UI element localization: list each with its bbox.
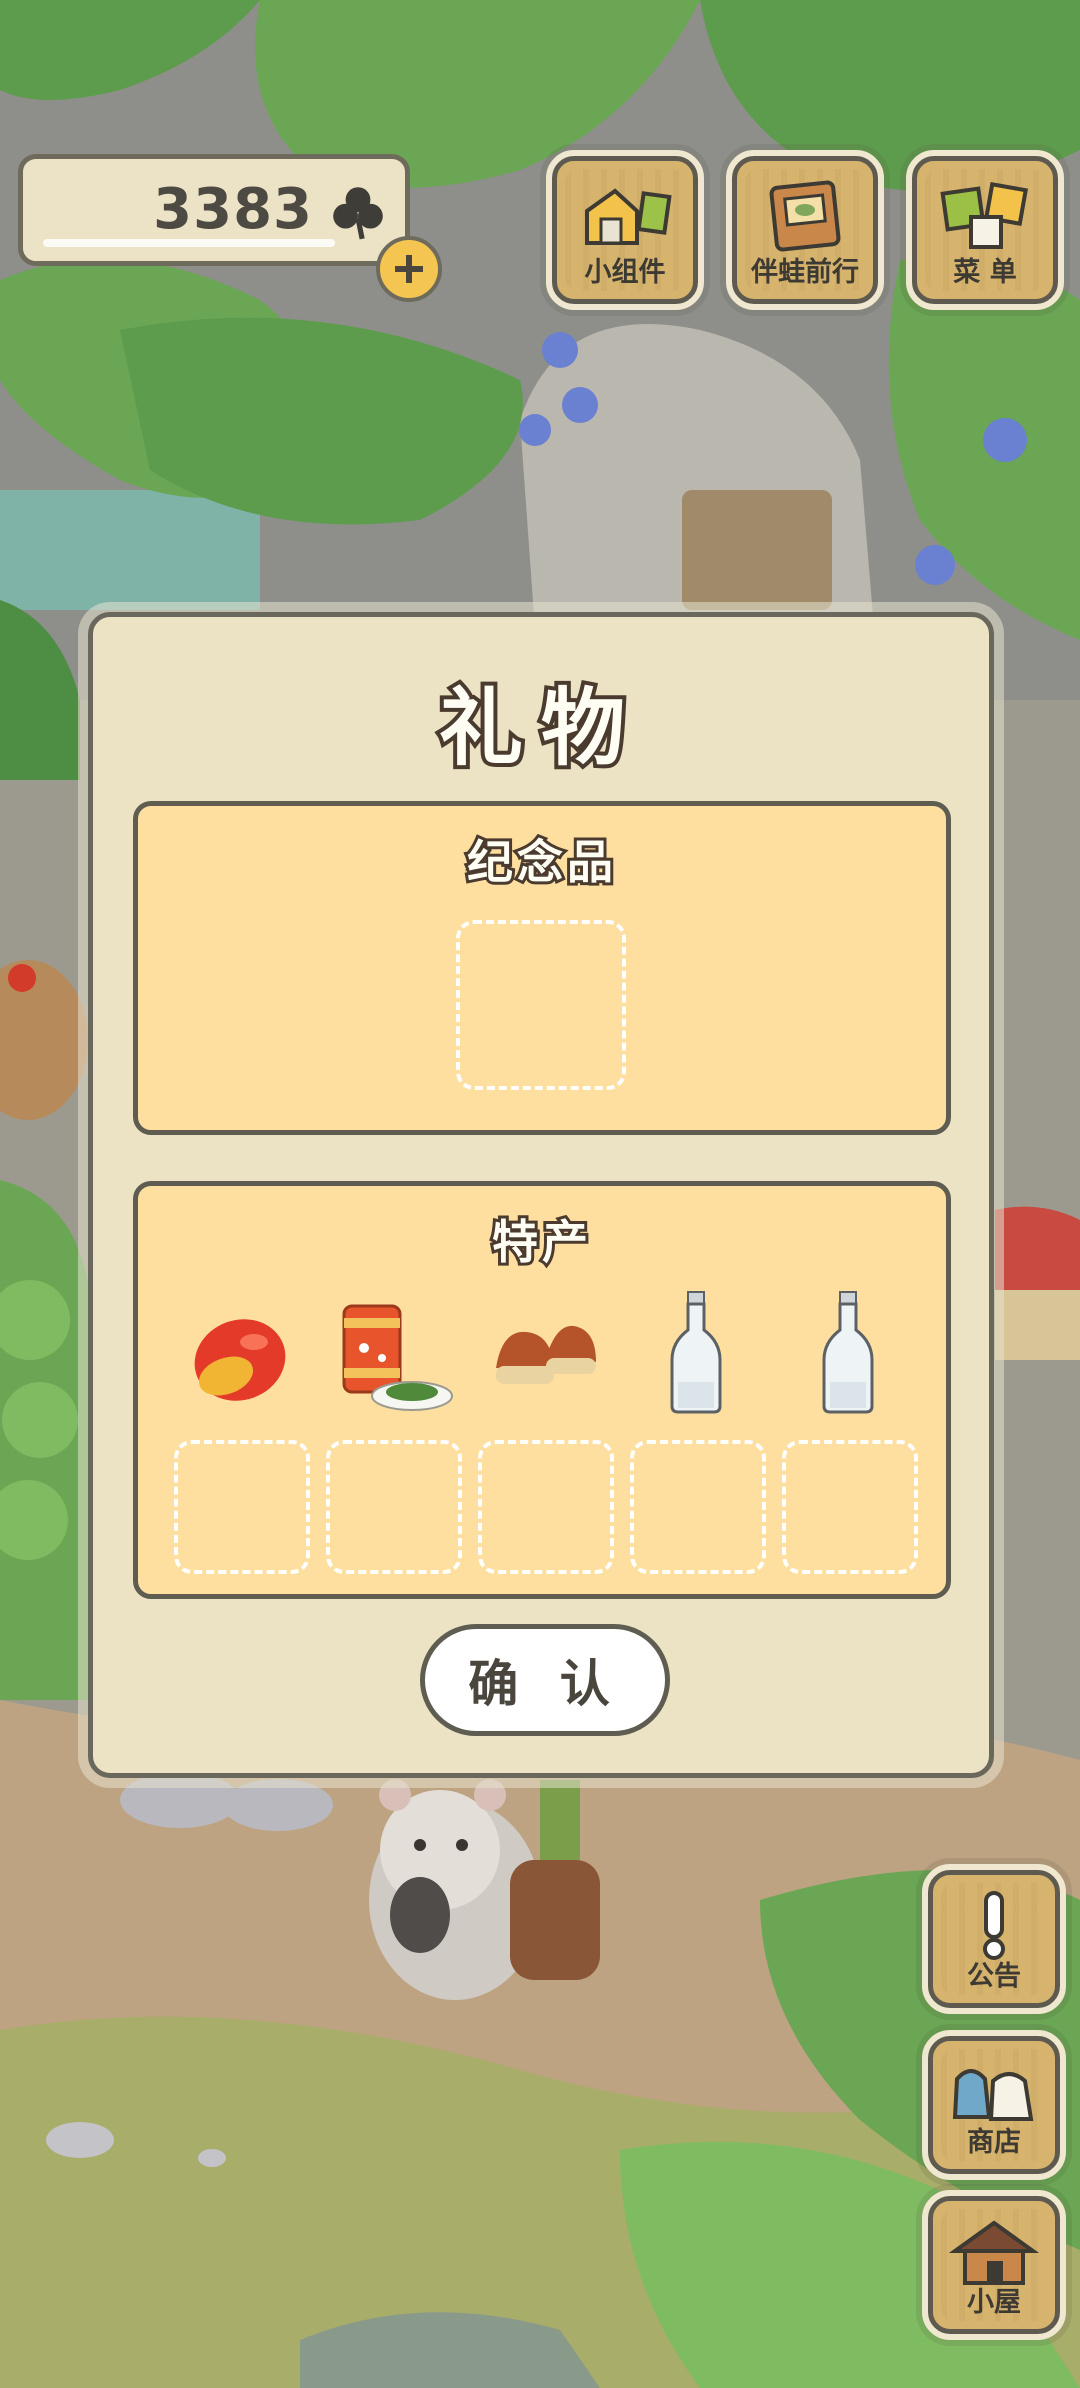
souvenir-slot[interactable] — [456, 920, 626, 1090]
bottle-icon[interactable] — [818, 1290, 878, 1414]
journey-book-icon — [769, 180, 841, 252]
widget-button-label: 小组件 — [584, 257, 666, 288]
clover-counter-track — [43, 239, 335, 247]
menu-icon — [940, 181, 1029, 249]
clover-count: 3383 — [153, 177, 313, 242]
house-button-label: 小屋 — [967, 2287, 1021, 2318]
add-clover-button[interactable] — [376, 236, 442, 302]
shop-button-label: 商店 — [967, 2127, 1021, 2158]
specialty-panel-title: 特产 — [489, 1212, 592, 1272]
gift-dialog: 礼物 纪念品 特产 确 认 — [88, 612, 994, 1778]
shop-bags-icon — [952, 2069, 1034, 2121]
gift-dialog-title: 礼物 — [435, 675, 643, 781]
canned-food-icon[interactable] — [334, 1302, 454, 1418]
journey-button[interactable]: 伴蛙前行 — [726, 150, 884, 310]
house-button[interactable]: 小屋 — [922, 2190, 1066, 2340]
clover-counter: 3383 — [18, 154, 410, 266]
specialty-slot-3[interactable] — [478, 1440, 614, 1574]
specialty-slot-2[interactable] — [326, 1440, 462, 1574]
confirm-button[interactable]: 确 认 — [420, 1624, 670, 1736]
souvenir-panel: 纪念品 — [133, 801, 951, 1135]
game-screen: 3383 小组件 伴蛙前行 菜 单 公告 商店 小屋 礼物 纪念品 特产 确 认 — [0, 0, 1080, 2388]
notice-exclamation-icon — [983, 1891, 1005, 1960]
bottle-icon[interactable] — [666, 1290, 726, 1414]
notice-button-label: 公告 — [967, 1961, 1021, 1992]
notice-button[interactable]: 公告 — [922, 1864, 1066, 2014]
menu-button-label: 菜 单 — [953, 257, 1017, 288]
house-icon — [949, 2220, 1039, 2285]
menu-button[interactable]: 菜 单 — [906, 150, 1064, 310]
widget-button[interactable]: 小组件 — [546, 150, 704, 310]
specialty-panel: 特产 — [133, 1181, 951, 1599]
mango-icon[interactable] — [188, 1304, 292, 1408]
plus-icon — [395, 255, 423, 283]
hamster-character — [369, 1779, 600, 2000]
chestnuts-icon[interactable] — [490, 1316, 602, 1396]
souvenir-panel-title: 纪念品 — [464, 832, 617, 892]
specialty-slot-4[interactable] — [630, 1440, 766, 1574]
specialty-slot-5[interactable] — [782, 1440, 918, 1574]
widget-icon — [585, 188, 672, 245]
clover-icon — [333, 187, 383, 240]
shop-button[interactable]: 商店 — [922, 2030, 1066, 2180]
journey-button-label: 伴蛙前行 — [751, 257, 859, 288]
specialty-slot-1[interactable] — [174, 1440, 310, 1574]
